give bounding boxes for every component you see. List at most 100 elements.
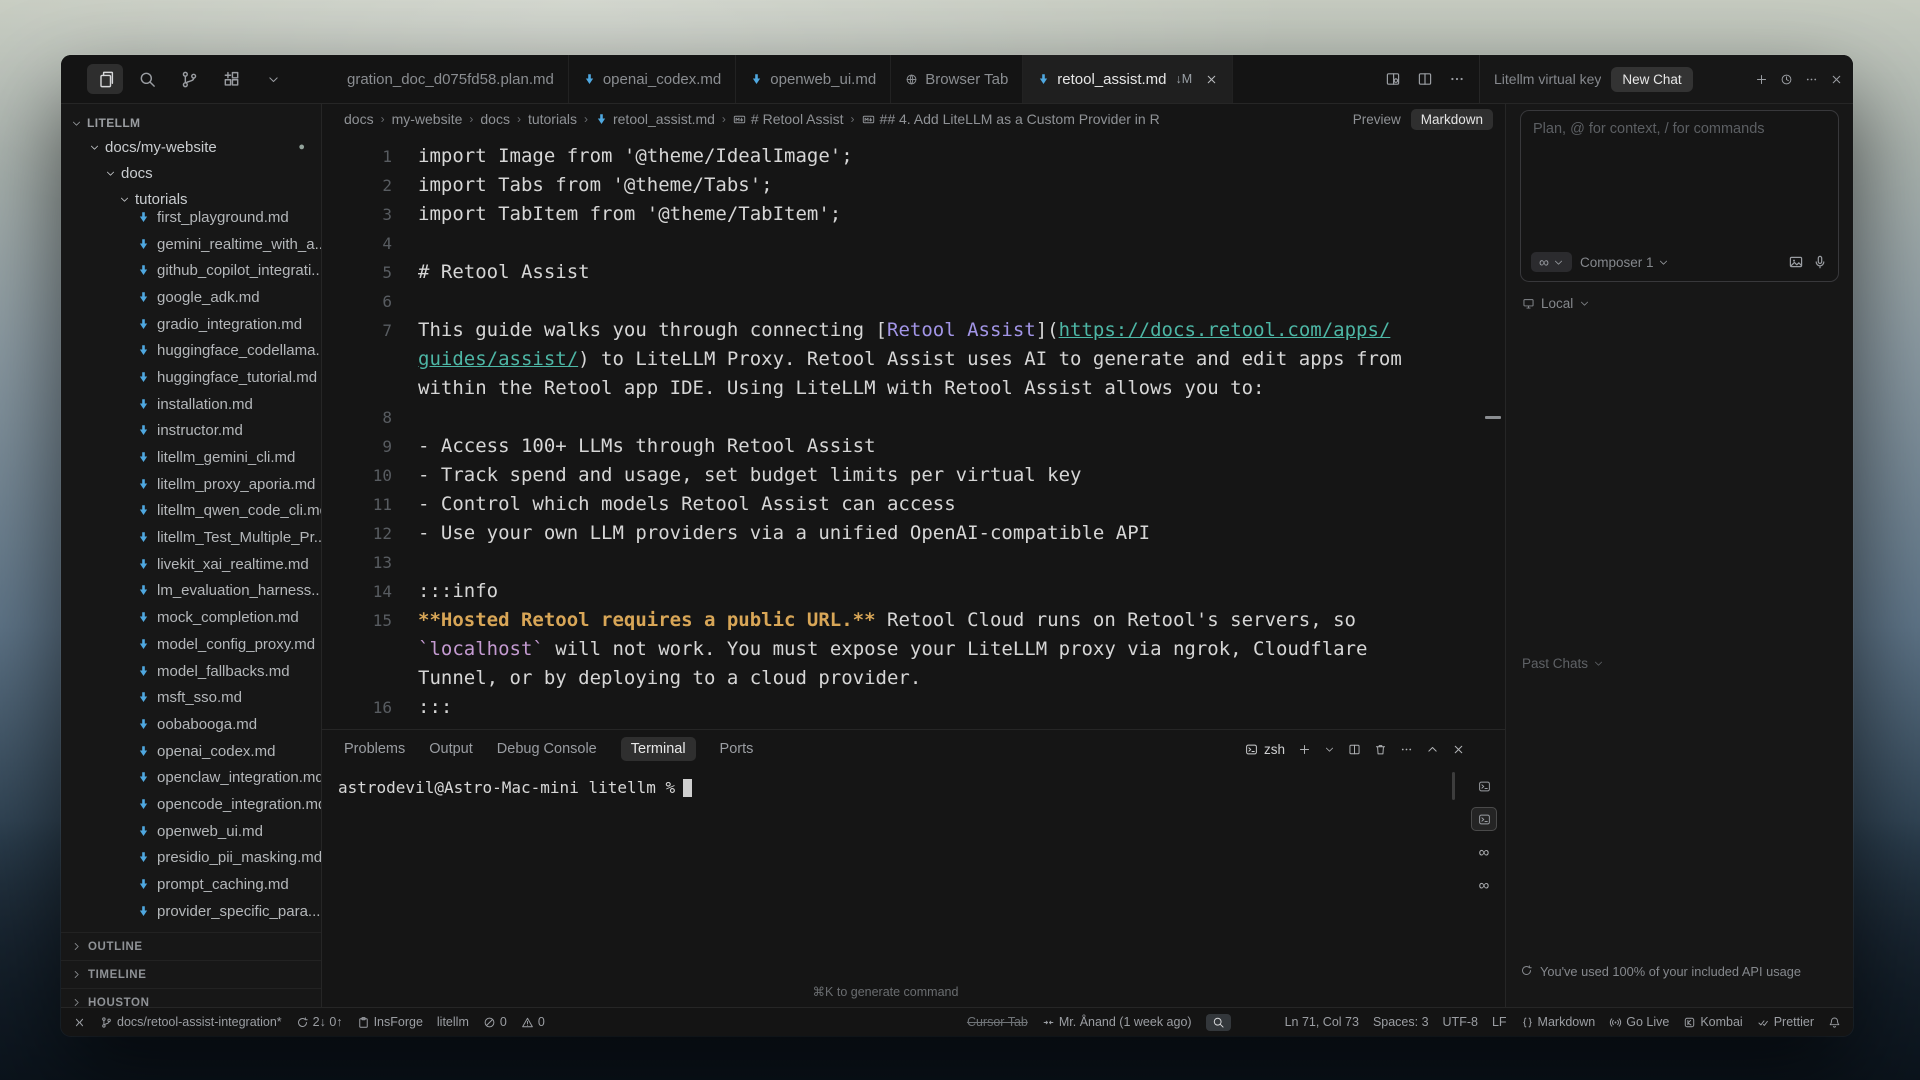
file-row-provider-specific-para-[interactable]: provider_specific_para... (61, 898, 321, 925)
activity-chevron-down-button[interactable] (255, 64, 291, 94)
chat-tab-title[interactable]: Litellm virtual key (1494, 71, 1601, 87)
file-row-opencode-integration-md[interactable]: opencode_integration.md (61, 791, 321, 818)
tab-browser-tab[interactable]: Browser Tab (891, 55, 1023, 103)
terminal-output[interactable]: astrodevil@Astro-Mac-mini litellm % (322, 768, 1505, 807)
status-mr-nand-1-week-ago-[interactable]: Mr. Ånand (1 week ago) (1042, 1015, 1192, 1029)
chevron-down-icon[interactable] (1324, 744, 1335, 755)
breadcrumb-item[interactable]: ## 4. Add LiteLLM as a Custom Provider i… (862, 111, 1160, 127)
file-row-litellm-test-multiple-pr-[interactable]: litellm_Test_Multiple_Pr... (61, 524, 321, 551)
preview-icon[interactable] (1385, 71, 1401, 87)
file-row-litellm-qwen-code-cli-md[interactable]: litellm_qwen_code_cli.md (61, 498, 321, 525)
chevron-up-icon[interactable] (1426, 743, 1439, 756)
file-row-oobabooga-md[interactable]: oobabooga.md (61, 711, 321, 738)
past-chats-toggle[interactable]: Past Chats (1522, 656, 1604, 671)
trash-icon[interactable] (1374, 743, 1387, 756)
file-row-lm-evaluation-harness-[interactable]: lm_evaluation_harness... (61, 578, 321, 605)
status-0[interactable]: 0 (521, 1015, 545, 1029)
terminal-instance-terminal[interactable] (1471, 774, 1497, 798)
scrollbar-marker[interactable] (1485, 416, 1501, 419)
file-row-litellm-gemini-cli-md[interactable]: litellm_gemini_cli.md (61, 444, 321, 471)
split-icon[interactable] (1417, 71, 1433, 87)
activity-files-button[interactable] (87, 64, 123, 94)
file-row-presidio-pii-masking-md[interactable]: presidio_pii_masking.md (61, 845, 321, 872)
breadcrumb-item[interactable]: my-website (392, 111, 463, 127)
status-markdown[interactable]: Markdown (1521, 1015, 1596, 1029)
file-row-google-adk-md[interactable]: google_adk.md (61, 284, 321, 311)
file-row-litellm-proxy-aporia-md[interactable]: litellm_proxy_aporia.md (61, 471, 321, 498)
terminal-tab-output[interactable]: Output (429, 741, 473, 757)
status-0[interactable]: 0 (483, 1015, 507, 1029)
file-row-github-copilot-integrati-[interactable]: github_copilot_integrati... (61, 257, 321, 284)
status-prettier[interactable]: Prettier (1757, 1015, 1814, 1029)
file-row-livekit-xai-realtime-md[interactable]: livekit_xai_realtime.md (61, 551, 321, 578)
split-icon[interactable] (1348, 743, 1361, 756)
sidebar-section-timeline[interactable]: TIMELINE (61, 960, 321, 988)
folder-row-docs-my-website[interactable]: docs/my-website● (61, 134, 321, 160)
mode-selector[interactable]: Local (1522, 296, 1590, 311)
tab-openweb-ui-md[interactable]: openweb_ui.md (736, 55, 891, 103)
file-row-openclaw-integration-md[interactable]: openclaw_integration.md (61, 764, 321, 791)
chat-input-box[interactable]: Plan, @ for context, / for commands ∞ Co… (1520, 110, 1839, 282)
file-row-openweb-ui-md[interactable]: openweb_ui.md (61, 818, 321, 845)
status-spaces-3[interactable]: Spaces: 3 (1373, 1015, 1429, 1029)
file-row-instructor-md[interactable]: instructor.md (61, 418, 321, 445)
sidebar-section-houston[interactable]: HOUSTON (61, 988, 321, 1007)
file-row-installation-md[interactable]: installation.md (61, 391, 321, 418)
status-lf[interactable]: LF (1492, 1015, 1507, 1029)
more-icon[interactable] (1805, 73, 1818, 86)
breadcrumb-item[interactable]: retool_assist.md (595, 111, 715, 127)
terminal-tab-ports[interactable]: Ports (720, 741, 754, 757)
status-search[interactable] (1206, 1014, 1231, 1031)
close-icon[interactable] (1452, 743, 1465, 756)
plus-icon[interactable] (1755, 73, 1768, 86)
terminal-scrollbar[interactable] (1452, 772, 1455, 800)
breadcrumb-item[interactable]: tutorials (528, 111, 577, 127)
close-icon[interactable] (1830, 73, 1843, 86)
status-bell[interactable] (1828, 1016, 1841, 1029)
tab-retool-assist-md[interactable]: retool_assist.md↓M (1023, 55, 1233, 103)
breadcrumb-item[interactable]: docs (480, 111, 510, 127)
file-row-openai-codex-md[interactable]: openai_codex.md (61, 738, 321, 765)
breadcrumb-item[interactable]: # Retool Assist (733, 111, 844, 127)
attach-image-icon[interactable] (1788, 254, 1804, 270)
status-go-live[interactable]: Go Live (1609, 1015, 1669, 1029)
activity-source-control-button[interactable] (171, 64, 207, 94)
terminal-tab-debug-console[interactable]: Debug Console (497, 741, 597, 757)
status-2-0-[interactable]: 2↓ 0↑ (296, 1015, 343, 1029)
file-row-gemini-realtime-with-a-[interactable]: gemini_realtime_with_a... (61, 231, 321, 258)
status-remote[interactable] (73, 1016, 86, 1029)
close-icon[interactable] (1205, 73, 1218, 86)
new-chat-button[interactable]: New Chat (1611, 67, 1692, 92)
status-insforge[interactable]: InsForge (357, 1015, 423, 1029)
file-row-huggingface-tutorial-md[interactable]: huggingface_tutorial.md (61, 364, 321, 391)
status-utf-8[interactable]: UTF-8 (1443, 1015, 1478, 1029)
activity-search-button[interactable] (129, 64, 165, 94)
status-ln-71-col-73[interactable]: Ln 71, Col 73 (1285, 1015, 1359, 1029)
file-row-model-fallbacks-md[interactable]: model_fallbacks.md (61, 658, 321, 685)
workspace-root[interactable]: LITELLM (71, 116, 321, 130)
file-row-gradio-integration-md[interactable]: gradio_integration.md (61, 311, 321, 338)
file-row-first-playground-md[interactable]: first_playground.md (61, 204, 321, 231)
file-row-mock-completion-md[interactable]: mock_completion.md (61, 604, 321, 631)
file-row-huggingface-codellama-[interactable]: huggingface_codellama... (61, 337, 321, 364)
history-icon[interactable] (1780, 73, 1793, 86)
more-icon[interactable] (1400, 743, 1413, 756)
tab-openai-codex-md[interactable]: openai_codex.md (569, 55, 736, 103)
terminal-instance-infinity[interactable]: ∞ (1471, 840, 1497, 864)
microphone-icon[interactable] (1812, 254, 1828, 270)
sidebar-section-outline[interactable]: OUTLINE (61, 932, 321, 960)
code-editor[interactable]: 1import Image from '@theme/IdealImage';2… (322, 134, 1505, 729)
plus-icon[interactable] (1298, 743, 1311, 756)
activity-extensions-button[interactable] (213, 64, 249, 94)
terminal-instance-infinity[interactable]: ∞ (1471, 873, 1497, 897)
shell-indicator[interactable]: zsh (1245, 742, 1285, 757)
breadcrumb-item[interactable]: docs (344, 111, 374, 127)
file-row-model-config-proxy-md[interactable]: model_config_proxy.md (61, 631, 321, 658)
status-litellm[interactable]: litellm (437, 1015, 469, 1029)
composer-selector[interactable]: Composer 1 (1580, 255, 1669, 270)
tab-gration-doc-d075fd58-plan-md[interactable]: gration_doc_d075fd58.plan.md (347, 55, 569, 103)
file-row-msft-sso-md[interactable]: msft_sso.md (61, 684, 321, 711)
file-row-prompt-caching-md[interactable]: prompt_caching.md (61, 871, 321, 898)
terminal-tab-terminal[interactable]: Terminal (621, 737, 696, 761)
terminal-instance-terminal[interactable] (1471, 807, 1497, 831)
